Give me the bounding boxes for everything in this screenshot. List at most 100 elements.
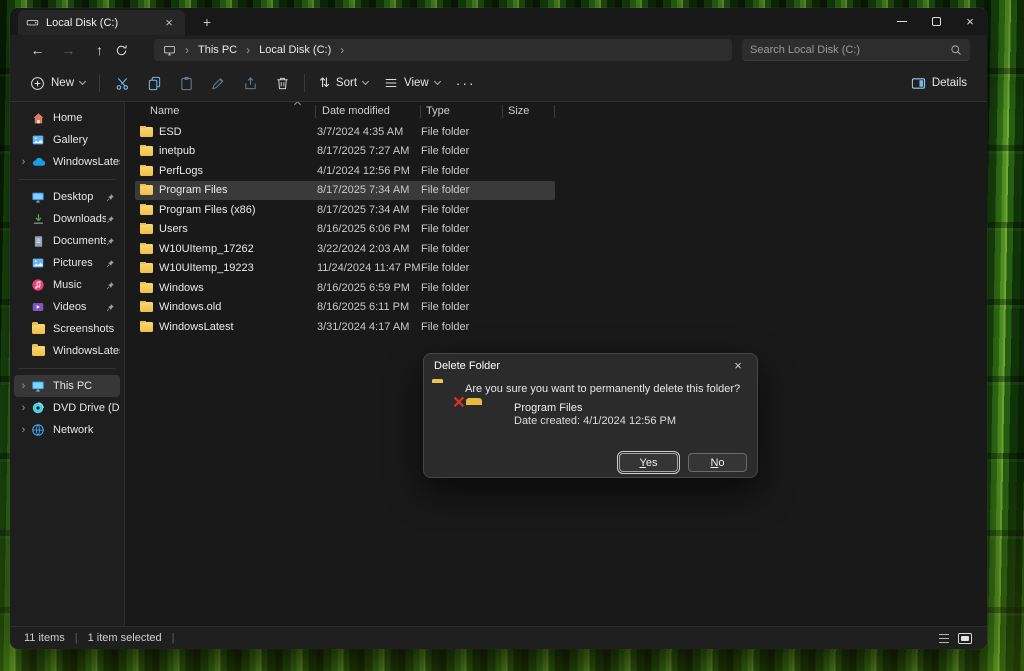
close-button[interactable]: × bbox=[953, 8, 987, 35]
file-type: File folder bbox=[421, 126, 503, 138]
dialog-close-icon[interactable]: × bbox=[729, 358, 747, 373]
sidebar-item-screenshots[interactable]: Screenshots bbox=[14, 318, 120, 340]
pin-icon bbox=[106, 193, 115, 202]
titlebar[interactable]: Local Disk (C:) × + × bbox=[10, 8, 987, 35]
file-row[interactable]: W10UItemp_17262 3/22/2024 2:03 AM File f… bbox=[135, 239, 555, 259]
rename-button[interactable] bbox=[202, 70, 234, 96]
sidebar-item-label: Videos bbox=[53, 301, 106, 313]
sidebar-item-dvd-drive[interactable]: › DVD Drive (D:) CCC bbox=[14, 397, 120, 419]
column-header-date-modified[interactable]: Date modified bbox=[316, 104, 421, 119]
view-button-label: View bbox=[404, 77, 429, 89]
share-button[interactable] bbox=[234, 70, 266, 96]
sidebar-item-videos[interactable]: Videos bbox=[14, 296, 120, 318]
file-type: File folder bbox=[421, 145, 503, 157]
details-view-icon bbox=[939, 634, 949, 643]
details-view-toggle[interactable] bbox=[936, 632, 952, 645]
search-box[interactable] bbox=[742, 39, 970, 61]
dialog-titlebar[interactable]: Delete Folder × bbox=[424, 354, 757, 377]
file-date: 11/24/2024 11:47 PM bbox=[317, 262, 421, 274]
file-row[interactable]: Windows.old 8/16/2025 6:11 PM File folde… bbox=[135, 298, 555, 318]
dvd-drive-icon bbox=[30, 400, 46, 416]
pictures-icon bbox=[30, 255, 46, 271]
file-type: File folder bbox=[421, 243, 503, 255]
sidebar-item-music[interactable]: Music bbox=[14, 274, 120, 296]
file-row-selected[interactable]: Program Files 8/17/2025 7:34 AM File fol… bbox=[135, 181, 555, 201]
forward-button[interactable]: → bbox=[53, 42, 84, 58]
pin-icon bbox=[106, 259, 115, 268]
folder-icon bbox=[30, 343, 46, 359]
large-icons-view-toggle[interactable] bbox=[957, 632, 973, 645]
column-header-name[interactable]: Name bbox=[135, 104, 316, 119]
file-row[interactable]: inetpub 8/17/2025 7:27 AM File folder bbox=[135, 142, 555, 162]
file-type: File folder bbox=[421, 184, 503, 196]
breadcrumb[interactable]: › This PC › Local Disk (C:) › bbox=[154, 39, 732, 61]
home-icon bbox=[30, 110, 46, 126]
new-tab-button[interactable]: + bbox=[195, 10, 219, 35]
music-icon bbox=[30, 277, 46, 293]
file-row[interactable]: WindowsLatest 3/31/2024 4:17 AM File fol… bbox=[135, 317, 555, 337]
sidebar-item-gallery[interactable]: Gallery bbox=[14, 129, 120, 151]
column-header-type[interactable]: Type bbox=[421, 104, 503, 119]
file-row[interactable]: ESD 3/7/2024 4:35 AM File folder bbox=[135, 122, 555, 142]
file-row[interactable]: Windows 8/16/2025 6:59 PM File folder bbox=[135, 278, 555, 298]
file-row[interactable]: Program Files (x86) 8/17/2025 7:34 AM Fi… bbox=[135, 200, 555, 220]
folder-icon bbox=[30, 321, 46, 337]
file-date: 8/16/2025 6:11 PM bbox=[317, 301, 421, 313]
chevron-down-icon bbox=[434, 78, 441, 85]
cut-button[interactable] bbox=[106, 70, 138, 96]
sidebar-item-label: Pictures bbox=[53, 257, 106, 269]
folder-icon bbox=[140, 322, 153, 332]
file-name: WindowsLatest bbox=[159, 321, 234, 333]
sidebar-item-pictures[interactable]: Pictures bbox=[14, 252, 120, 274]
sidebar-item-desktop[interactable]: Desktop bbox=[14, 186, 120, 208]
yes-button[interactable]: Yes bbox=[619, 453, 678, 472]
sidebar-item-home[interactable]: Home bbox=[14, 107, 120, 129]
file-row[interactable]: Users 8/16/2025 6:06 PM File folder bbox=[135, 220, 555, 240]
sidebar-item-label: Desktop bbox=[53, 191, 106, 203]
paste-button[interactable] bbox=[170, 70, 202, 96]
file-row[interactable]: PerfLogs 4/1/2024 12:56 PM File folder bbox=[135, 161, 555, 181]
file-date: 8/17/2025 7:34 AM bbox=[317, 184, 421, 196]
explorer-tab[interactable]: Local Disk (C:) × bbox=[18, 10, 185, 35]
no-button[interactable]: No bbox=[688, 453, 747, 472]
see-more-button[interactable]: ··· bbox=[448, 75, 484, 91]
gallery-icon bbox=[30, 132, 46, 148]
sidebar-item-onedrive[interactable]: › WindowsLatest - Pe bbox=[14, 151, 120, 173]
breadcrumb-local-disk[interactable]: Local Disk (C:) bbox=[259, 44, 331, 56]
chevron-down-icon bbox=[79, 78, 86, 85]
tab-close-icon[interactable]: × bbox=[161, 15, 177, 30]
maximize-button[interactable] bbox=[919, 8, 953, 35]
view-button[interactable]: View bbox=[376, 71, 448, 95]
expand-chevron-icon[interactable]: › bbox=[17, 156, 30, 168]
red-x-icon: × bbox=[453, 392, 465, 413]
new-button[interactable]: New bbox=[22, 71, 93, 96]
toolbar-separator bbox=[304, 74, 305, 92]
details-pane-button[interactable]: Details bbox=[903, 71, 975, 96]
videos-icon bbox=[30, 299, 46, 315]
file-row[interactable]: W10UItemp_19223 11/24/2024 11:47 PM File… bbox=[135, 259, 555, 279]
maximize-icon bbox=[932, 17, 941, 26]
expand-chevron-icon[interactable]: › bbox=[17, 380, 30, 392]
minimize-button[interactable] bbox=[885, 8, 919, 35]
expand-chevron-icon[interactable]: › bbox=[17, 402, 30, 414]
refresh-button[interactable] bbox=[115, 44, 146, 57]
up-button[interactable]: ↑ bbox=[84, 42, 115, 58]
column-header-size[interactable]: Size bbox=[503, 104, 555, 119]
items-count: 11 items bbox=[24, 632, 65, 644]
expand-chevron-icon[interactable]: › bbox=[17, 424, 30, 436]
sidebar-item-network[interactable]: › Network bbox=[14, 419, 120, 441]
folder-icon bbox=[140, 302, 153, 312]
back-button[interactable]: ← bbox=[22, 42, 53, 58]
sidebar-item-downloads[interactable]: Downloads bbox=[14, 208, 120, 230]
search-input[interactable] bbox=[750, 44, 950, 56]
sidebar-item-documents[interactable]: Documents bbox=[14, 230, 120, 252]
file-name: W10UItemp_17262 bbox=[159, 243, 254, 255]
breadcrumb-this-pc[interactable]: This PC bbox=[198, 44, 237, 56]
sort-button[interactable]: ⇅ Sort bbox=[311, 70, 376, 96]
desktop-wallpaper: Local Disk (C:) × + × ← → ↑ › bbox=[0, 0, 1024, 671]
sidebar-item-windowslatest[interactable]: WindowsLatest bbox=[14, 340, 120, 362]
delete-button[interactable] bbox=[266, 70, 298, 96]
copy-button[interactable] bbox=[138, 70, 170, 96]
sidebar-item-label: Downloads bbox=[53, 213, 106, 225]
sidebar-item-this-pc[interactable]: › This PC bbox=[14, 375, 120, 397]
